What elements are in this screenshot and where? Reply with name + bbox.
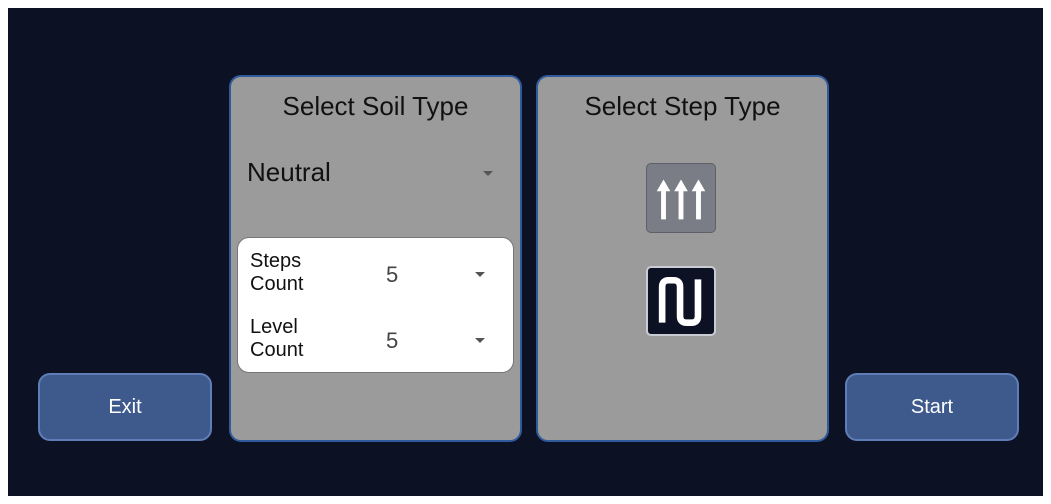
level-count-value: 5 — [386, 328, 399, 353]
steps-count-value: 5 — [386, 262, 399, 287]
soil-panel-title: Select Soil Type — [282, 91, 469, 121]
level-count-row: Level Count 5 — [238, 316, 513, 376]
start-button[interactable]: Start — [845, 373, 1019, 441]
soil-type-value: Neutral — [247, 157, 331, 187]
counts-card: Steps Count 5 Level Count 5 — [237, 237, 514, 373]
soil-type-dropdown[interactable]: Neutral — [247, 151, 499, 191]
steps-count-label: Steps Count — [250, 250, 304, 295]
chevron-down-icon — [475, 272, 485, 277]
exit-button[interactable]: Exit — [38, 373, 212, 441]
step-type-panel: Select Step Type — [536, 75, 829, 442]
level-count-label: Level Count — [250, 316, 304, 361]
soil-type-panel: Select Soil Type Neutral Steps Count 5 L… — [229, 75, 522, 442]
app-screen: Exit Select Soil Type Neutral Steps Coun… — [8, 8, 1043, 496]
three-up-arrows-icon[interactable] — [646, 163, 716, 233]
step-panel-title: Select Step Type — [584, 91, 781, 121]
serpentine-path-icon[interactable] — [646, 266, 716, 336]
chevron-down-icon — [475, 338, 485, 343]
chevron-down-icon — [483, 171, 493, 176]
steps-count-row: Steps Count 5 — [238, 250, 513, 310]
